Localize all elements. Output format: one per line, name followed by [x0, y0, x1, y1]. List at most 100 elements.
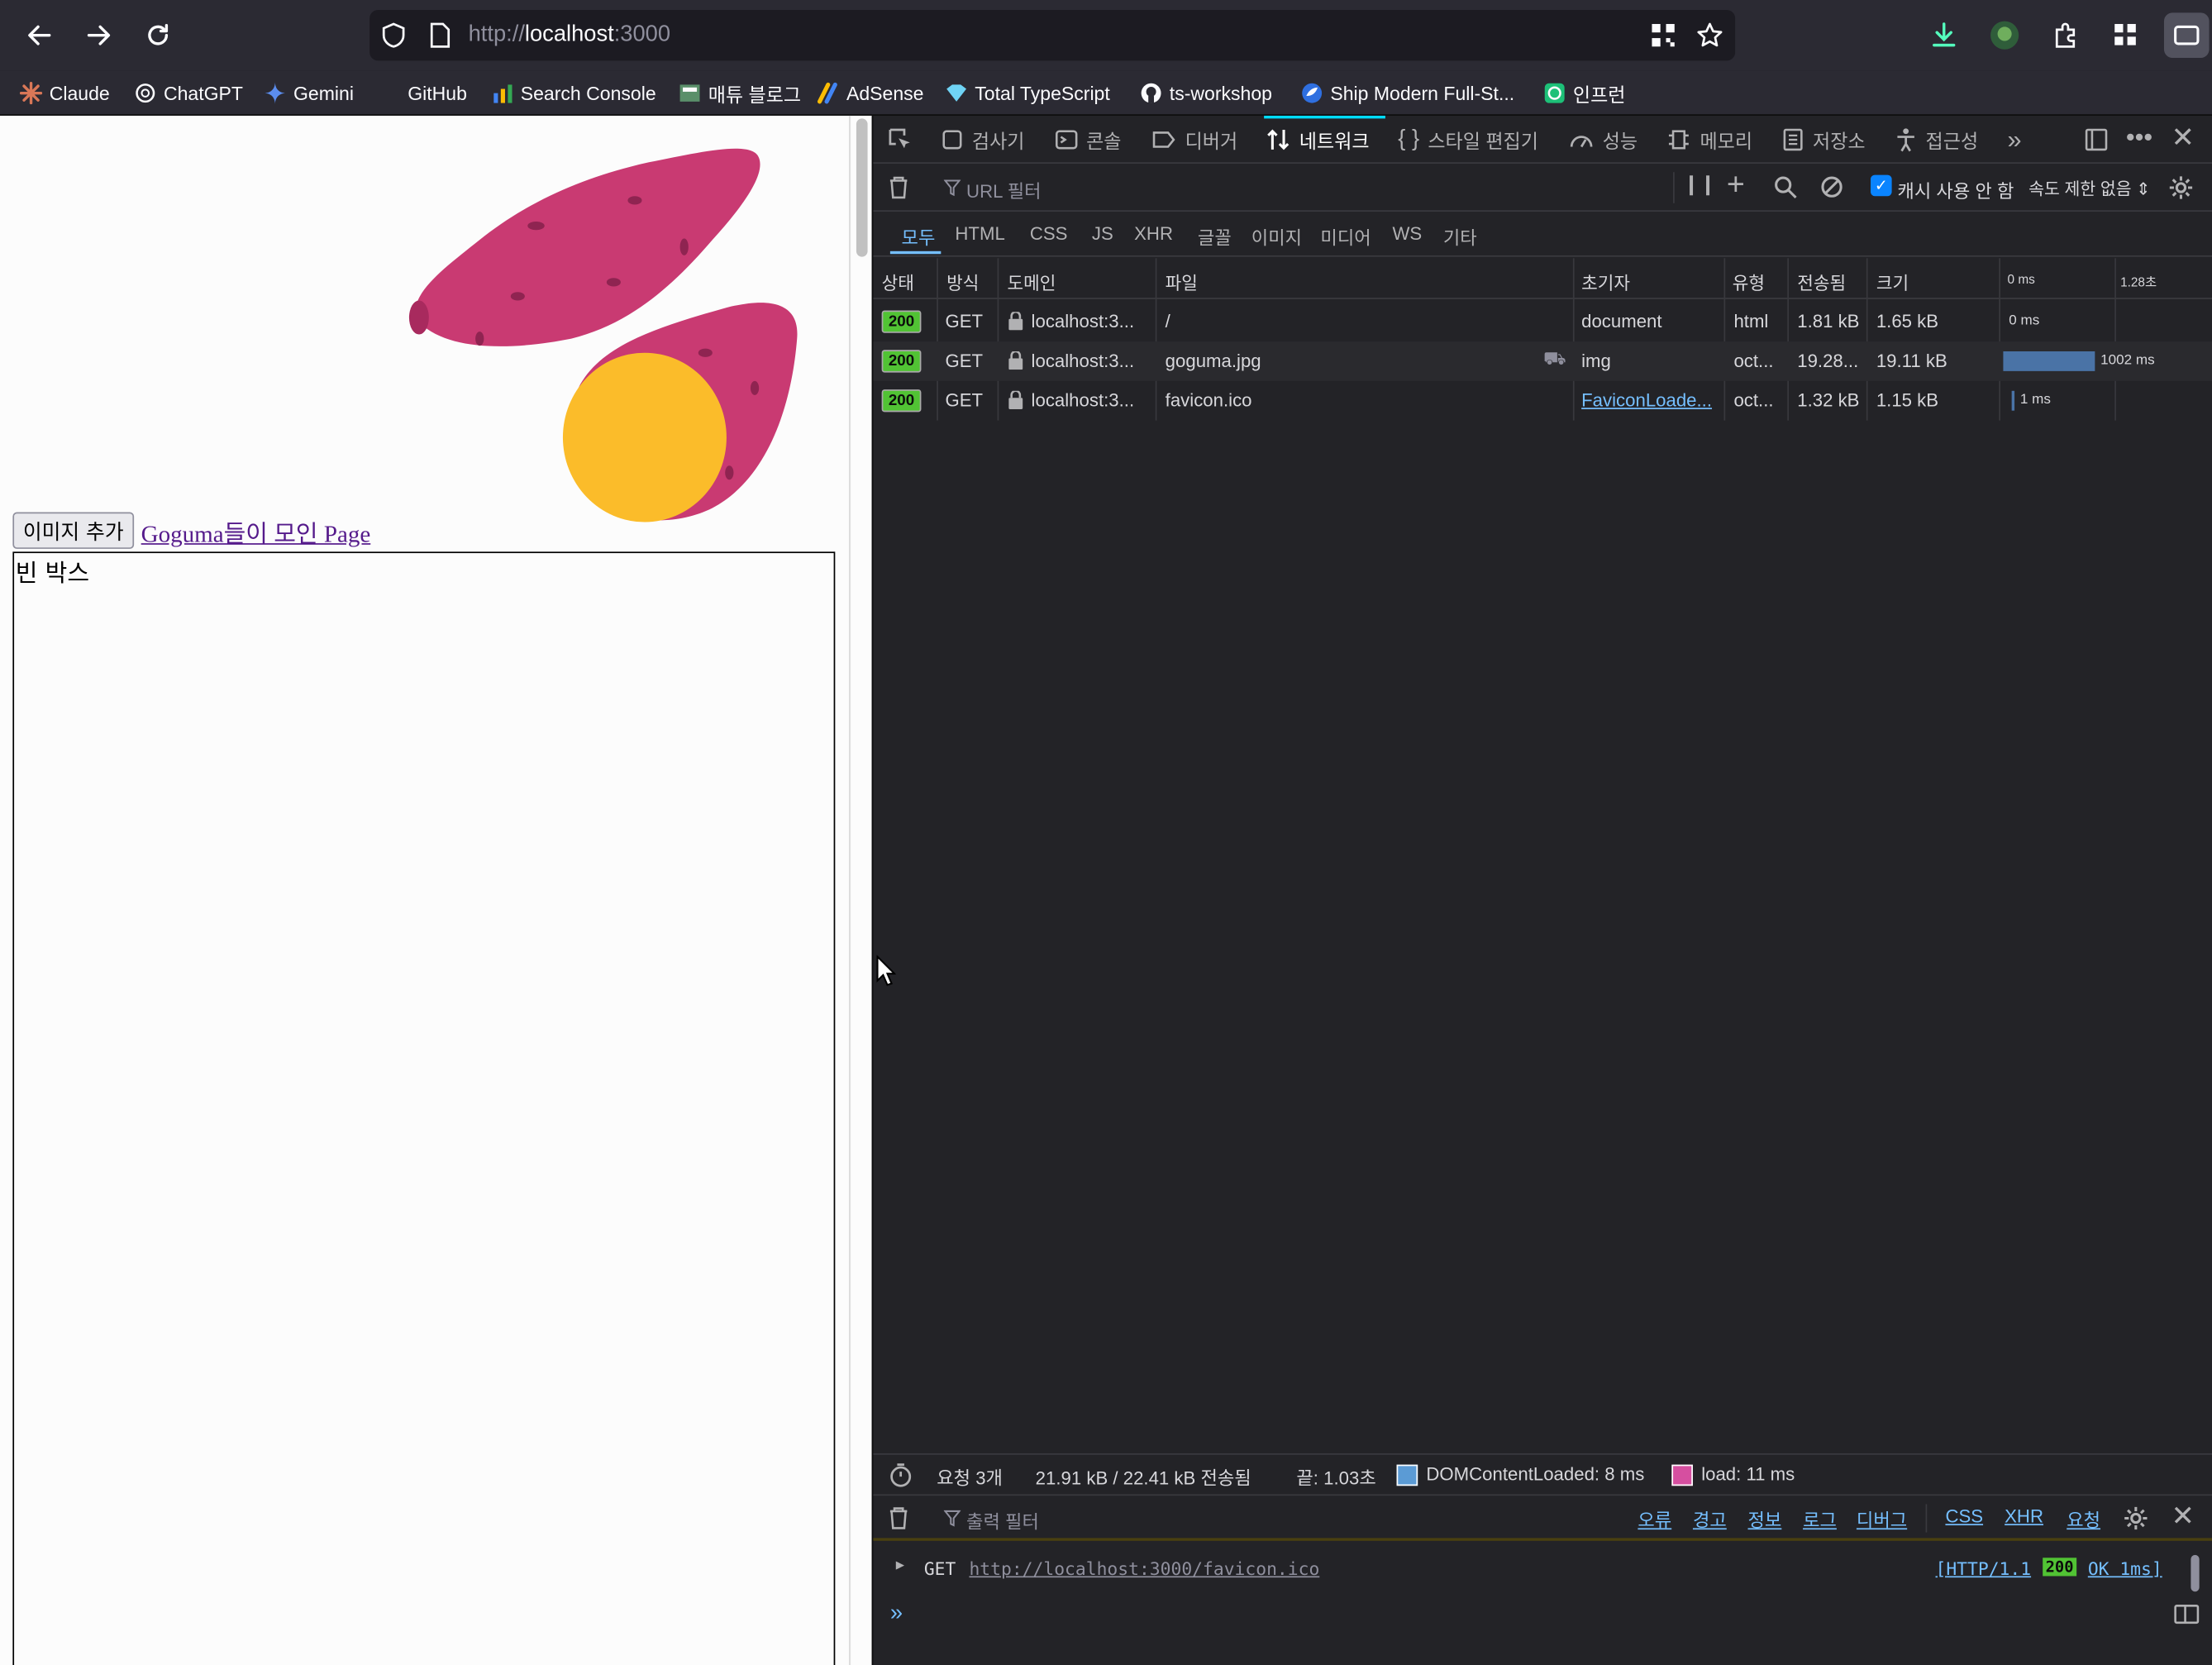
- console-category-xhr[interactable]: XHR: [2005, 1505, 2043, 1527]
- gear-icon[interactable]: [2168, 175, 2194, 201]
- tab-inspector[interactable]: 검사기: [941, 116, 1024, 164]
- col-size[interactable]: 크기: [1876, 268, 1909, 294]
- qr-code-icon[interactable]: [1651, 22, 1676, 48]
- bookmark-ship-modern[interactable]: Ship Modern Full-St...: [1301, 79, 1514, 107]
- finish-time: 끝: 1.03초: [1296, 1467, 1376, 1489]
- tab-console[interactable]: 콘솔: [1055, 116, 1122, 164]
- request-row[interactable]: 200 GET localhost:3... favicon.ico Favic…: [873, 381, 2212, 421]
- bookmark-github[interactable]: GitHub: [378, 79, 467, 107]
- reload-button[interactable]: [136, 12, 181, 58]
- console-level-debug[interactable]: 디버그: [1857, 1505, 1907, 1532]
- console-level-warnings[interactable]: 경고: [1693, 1505, 1727, 1532]
- col-initiator[interactable]: 초기자: [1581, 268, 1630, 294]
- block-icon[interactable]: [1820, 175, 1844, 199]
- url-text[interactable]: http://localhost:3000: [469, 22, 670, 48]
- page-scrollbar[interactable]: [849, 115, 872, 1665]
- console-category-css[interactable]: CSS: [1945, 1505, 1983, 1527]
- empty-box: 빈 박스: [12, 551, 836, 1665]
- type-other[interactable]: 기타: [1443, 223, 1477, 250]
- console-category-requests[interactable]: 요청: [2067, 1505, 2100, 1532]
- bookmark-search-console[interactable]: Search Console: [491, 79, 656, 107]
- url-bar[interactable]: http://localhost:3000: [369, 9, 1736, 61]
- tab-debugger[interactable]: 디버거: [1151, 116, 1237, 164]
- console-level-logs[interactable]: 로그: [1803, 1505, 1837, 1532]
- expand-triangle-icon[interactable]: ▶: [896, 1558, 904, 1573]
- bookmark-inflearn[interactable]: 인프런: [1543, 79, 1625, 107]
- request-initiator-link[interactable]: FaviconLoade...: [1581, 389, 1712, 411]
- disable-cache-label[interactable]: 캐시 사용 안 함: [1897, 176, 2014, 203]
- disable-cache-checkbox[interactable]: ✓: [1870, 174, 1892, 197]
- pick-element-icon[interactable]: [887, 127, 913, 153]
- console-level-errors[interactable]: 오류: [1638, 1505, 1671, 1532]
- trash-icon[interactable]: [887, 175, 909, 201]
- close-console-icon[interactable]: ✕: [2171, 1499, 2195, 1534]
- more-tabs-button[interactable]: »: [2008, 116, 2022, 164]
- more-options-icon[interactable]: •••: [2126, 122, 2152, 152]
- type-css[interactable]: CSS: [1030, 223, 1068, 245]
- console-level-info[interactable]: 정보: [1748, 1505, 1782, 1532]
- bookmark-claude[interactable]: Claude: [19, 79, 110, 107]
- bookmark-gemini[interactable]: Gemini: [264, 79, 354, 107]
- type-images[interactable]: 이미지: [1251, 223, 1302, 250]
- throttle-select[interactable]: 속도 제한 없음 ⇕: [2028, 176, 2150, 200]
- timeline-tick-1: 1.28초: [2120, 274, 2157, 289]
- add-request-icon[interactable]: +: [1727, 166, 1745, 203]
- dock-icon[interactable]: [2084, 127, 2110, 153]
- shield-icon[interactable]: [381, 22, 407, 48]
- tab-style-editor[interactable]: { } 스타일 편집기: [1398, 116, 1538, 164]
- star-icon[interactable]: [1695, 21, 1723, 50]
- log-status-text[interactable]: OK 1ms]: [2088, 1558, 2162, 1579]
- pause-icon[interactable]: ❙❙: [1683, 172, 1716, 196]
- console-filter-input[interactable]: 출력 필터: [966, 1507, 1039, 1534]
- bookmark-ts-workshop[interactable]: ts-workshop: [1140, 79, 1272, 107]
- log-protocol[interactable]: [HTTP/1.1: [1935, 1558, 2031, 1579]
- bookmark-chatgpt[interactable]: ChatGPT: [134, 79, 243, 107]
- log-url-link[interactable]: http://localhost:3000/favicon.ico: [969, 1558, 1319, 1579]
- download-icon: [1933, 22, 1956, 47]
- type-ws[interactable]: WS: [1392, 223, 1422, 245]
- extensions-button[interactable]: [2043, 12, 2088, 58]
- type-xhr[interactable]: XHR: [1134, 223, 1173, 245]
- col-status[interactable]: 상태: [882, 268, 914, 294]
- page-icon[interactable]: [429, 22, 451, 48]
- url-filter-input[interactable]: URL 필터: [966, 176, 1042, 203]
- bookmark-blog[interactable]: 매튜 블로그: [679, 79, 801, 107]
- downloads-button[interactable]: [1921, 12, 1966, 58]
- console-log-entry[interactable]: ▶ GET http://localhost:3000/favicon.ico …: [873, 1555, 2212, 1586]
- tab-performance[interactable]: 성능: [1569, 116, 1638, 164]
- type-fonts[interactable]: 글꼴: [1198, 223, 1232, 250]
- back-button[interactable]: [17, 12, 62, 58]
- editor-mode-icon[interactable]: [2174, 1603, 2200, 1625]
- sidebar-toggle-button[interactable]: [2163, 12, 2210, 58]
- col-domain[interactable]: 도메인: [1008, 268, 1056, 294]
- col-type[interactable]: 유형: [1733, 268, 1765, 294]
- forward-button[interactable]: [76, 12, 122, 58]
- type-media[interactable]: 미디어: [1320, 223, 1371, 250]
- trash-icon[interactable]: [887, 1505, 909, 1531]
- tab-storage[interactable]: 저장소: [1781, 116, 1866, 164]
- type-all[interactable]: 모두: [902, 223, 936, 250]
- request-row[interactable]: 200 GET localhost:3... goguma.jpg ⛟ img …: [873, 341, 2212, 381]
- stopwatch-icon[interactable]: [889, 1463, 913, 1487]
- goguma-page-link[interactable]: Goguma들이 모인 Page: [141, 513, 371, 549]
- search-icon[interactable]: [1773, 175, 1797, 199]
- col-file[interactable]: 파일: [1166, 268, 1198, 294]
- bookmark-total-typescript[interactable]: Total TypeScript: [945, 79, 1110, 107]
- profile-button[interactable]: [1982, 12, 2028, 58]
- gear-icon[interactable]: [2123, 1505, 2148, 1531]
- col-transferred[interactable]: 전송됨: [1797, 268, 1846, 294]
- add-image-button[interactable]: 이미지 추가: [12, 512, 135, 549]
- close-devtools-icon[interactable]: ✕: [2171, 120, 2195, 155]
- tab-accessibility[interactable]: 접근성: [1895, 116, 1978, 164]
- page-scrollbar-thumb[interactable]: [856, 118, 868, 257]
- tab-network[interactable]: 네트워크: [1266, 116, 1370, 164]
- request-row[interactable]: 200 GET localhost:3... / document html 1…: [873, 302, 2212, 341]
- console-scrollbar[interactable]: [2191, 1554, 2200, 1592]
- console-prompt-icon[interactable]: »: [890, 1601, 903, 1627]
- apps-button[interactable]: [2104, 12, 2149, 58]
- type-js[interactable]: JS: [1092, 223, 1113, 245]
- col-method[interactable]: 방식: [946, 268, 979, 294]
- type-html[interactable]: HTML: [955, 223, 1004, 245]
- bookmark-adsense[interactable]: AdSense: [817, 79, 923, 107]
- tab-memory[interactable]: 메모리: [1666, 116, 1752, 164]
